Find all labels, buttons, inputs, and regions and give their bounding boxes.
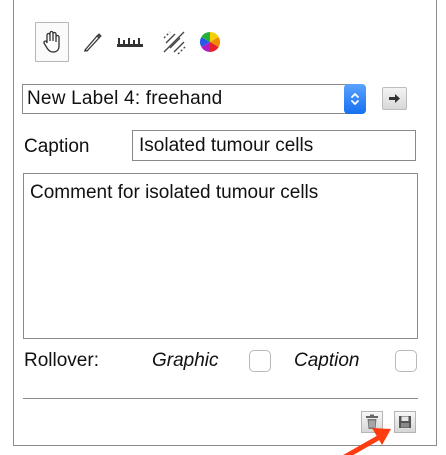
divider (23, 398, 418, 399)
hatch-tool-button[interactable] (157, 22, 191, 62)
rollover-caption-label: Caption (294, 350, 360, 371)
color-wheel-icon (200, 32, 220, 52)
ruler-tool-button[interactable] (113, 22, 147, 62)
label-select-value: New Label 4: freehand (27, 88, 223, 109)
rollover-caption-checkbox[interactable] (395, 350, 417, 372)
ruler-icon (117, 38, 143, 47)
label-select[interactable]: New Label 4: freehand (22, 84, 352, 114)
caption-label: Caption (24, 136, 90, 157)
comment-textarea[interactable]: Comment for isolated tumour cells (23, 173, 418, 339)
rollover-graphic-label: Graphic (152, 350, 219, 371)
save-label-button[interactable] (394, 411, 416, 433)
trash-icon (366, 414, 378, 429)
rollover-graphic-checkbox[interactable] (249, 350, 271, 372)
arrow-right-icon (389, 94, 400, 103)
go-to-label-button[interactable] (382, 87, 407, 110)
color-picker-button[interactable] (193, 22, 227, 62)
chevron-up-down-icon (351, 93, 359, 105)
hand-tool-button[interactable] (35, 22, 69, 62)
delete-label-button[interactable] (361, 411, 383, 433)
hatch-brush-icon (163, 31, 187, 55)
hand-icon (43, 30, 60, 53)
rollover-label: Rollover: (24, 350, 99, 371)
pen-icon (84, 33, 102, 52)
pen-tool-button[interactable] (75, 22, 109, 62)
label-select-stepper[interactable] (344, 84, 366, 114)
caption-input[interactable] (132, 130, 416, 161)
floppy-disk-icon (399, 416, 411, 428)
